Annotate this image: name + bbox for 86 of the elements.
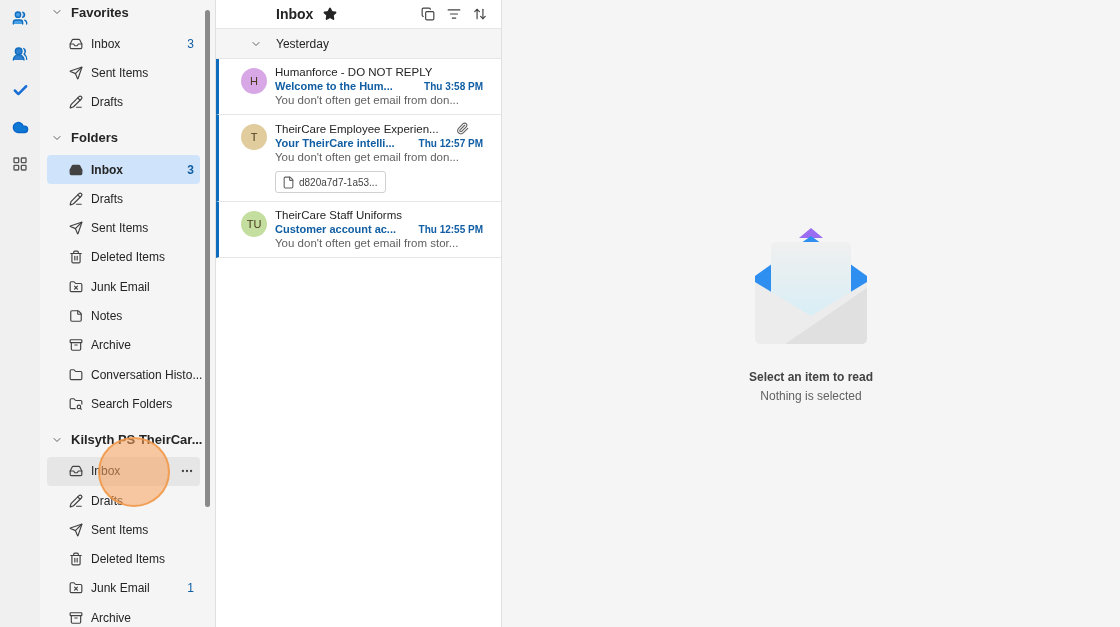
- preview: You don't often get email from don...: [275, 94, 460, 106]
- inbox-icon: [69, 162, 83, 177]
- group-icon[interactable]: [12, 46, 28, 62]
- search-icon: [69, 396, 83, 411]
- people-icon[interactable]: [12, 10, 28, 26]
- unread-count: 1: [187, 581, 194, 596]
- sort-icon[interactable]: [473, 7, 487, 21]
- subject: Welcome to the Hum...: [275, 80, 393, 92]
- folder-label: Conversation Histo...: [91, 367, 203, 382]
- apps-icon[interactable]: [12, 156, 28, 172]
- list-title: Inbox: [276, 6, 314, 22]
- folder-item[interactable]: Archive: [47, 603, 200, 627]
- folder-item[interactable]: Deleted Items: [47, 242, 200, 273]
- unread-count: 3: [187, 162, 194, 177]
- scrollbar[interactable]: [205, 10, 210, 507]
- time: Thu 12:55 PM: [418, 223, 483, 235]
- folder-label: Drafts: [91, 191, 124, 206]
- inbox-icon: [69, 36, 83, 51]
- cloud-icon[interactable]: [11, 119, 29, 136]
- preview: You don't often get email from don...: [275, 151, 460, 163]
- folder-item[interactable]: Junk Email 1: [47, 573, 200, 604]
- subject: Customer account ac...: [275, 223, 397, 235]
- folder-item[interactable]: Deleted Items: [47, 544, 200, 574]
- folder-label: Inbox: [91, 162, 124, 177]
- attachment-chip[interactable]: d820a7d7-1a53...: [275, 171, 387, 193]
- sender: TheirCare Employee Experien...: [275, 122, 439, 135]
- folder-label: Junk Email: [91, 279, 151, 294]
- empty-state-title: Select an item to read: [748, 370, 873, 384]
- folder-label: Archive: [91, 610, 132, 625]
- avatar: H: [241, 68, 267, 94]
- folder-label: Search Folders: [91, 396, 174, 411]
- avatar: TU: [241, 211, 267, 237]
- folder-label: Deleted Items: [91, 552, 167, 567]
- deleted-icon: [69, 250, 83, 265]
- drafts-icon: [69, 191, 83, 206]
- folder-item[interactable]: Sent Items: [47, 515, 200, 545]
- sender: Humanforce - DO NOT REPLY: [275, 66, 433, 78]
- sent-icon: [69, 221, 83, 236]
- filter-icon[interactable]: [447, 7, 461, 21]
- sender: TheirCare Staff Uniforms: [275, 209, 402, 221]
- preview: You don't often get email from stor...: [275, 237, 460, 249]
- folder-label: Sent Items: [91, 522, 150, 537]
- junk-icon: [69, 581, 83, 596]
- inbox-icon: [69, 464, 83, 479]
- unread-count: 3: [187, 36, 194, 51]
- folder-item[interactable]: Archive: [47, 330, 200, 360]
- folder-item[interactable]: Inbox 3: [47, 29, 200, 59]
- folder-item[interactable]: Search Folders: [47, 389, 200, 419]
- folder-item[interactable]: Sent Items: [47, 213, 200, 243]
- folder-item[interactable]: Drafts: [47, 184, 200, 214]
- folder-item[interactable]: Junk Email: [47, 272, 200, 302]
- select-icon[interactable]: [421, 7, 435, 21]
- archive-icon: [69, 338, 83, 353]
- junk-icon: [69, 279, 83, 294]
- sent-icon: [69, 522, 83, 537]
- deleted-icon: [69, 552, 83, 567]
- folder-label: Drafts: [91, 95, 124, 110]
- empty-state-subtitle: Nothing is selected: [760, 389, 862, 403]
- folder-group-title[interactable]: Favorites: [71, 4, 129, 20]
- folder-label: Inbox: [91, 36, 122, 51]
- folder-label: Sent Items: [91, 221, 150, 236]
- subject: Your TheirCare intelli...: [275, 137, 395, 149]
- folder-item[interactable]: Sent Items: [47, 58, 200, 88]
- folder-item[interactable]: Notes: [47, 301, 200, 331]
- folder-icon: [69, 367, 83, 382]
- file-icon: [282, 175, 295, 189]
- folder-group-title[interactable]: Kilsyth PS TheirCar...: [71, 432, 203, 448]
- folder-label: Junk Email: [91, 581, 151, 596]
- folder-group-title[interactable]: Folders: [71, 130, 118, 146]
- avatar: T: [241, 124, 267, 150]
- time: Thu 3:58 PM: [424, 80, 483, 92]
- folder-item[interactable]: Inbox 3: [47, 154, 200, 185]
- star-icon[interactable]: [323, 7, 338, 21]
- drafts-icon: [69, 493, 83, 508]
- folder-label: Deleted Items: [91, 250, 167, 265]
- group-label: Yesterday: [276, 36, 329, 51]
- time: Thu 12:57 PM: [418, 137, 483, 149]
- drafts-icon: [69, 95, 83, 110]
- folder-label: Sent Items: [91, 65, 150, 80]
- folder-item[interactable]: Conversation Histo...: [47, 359, 200, 390]
- folder-label: Archive: [91, 338, 132, 353]
- sent-icon: [69, 65, 83, 80]
- folder-item[interactable]: Drafts: [47, 87, 200, 117]
- archive-icon: [69, 610, 83, 625]
- folder-label: Notes: [91, 309, 124, 323]
- notes-icon: [69, 309, 83, 323]
